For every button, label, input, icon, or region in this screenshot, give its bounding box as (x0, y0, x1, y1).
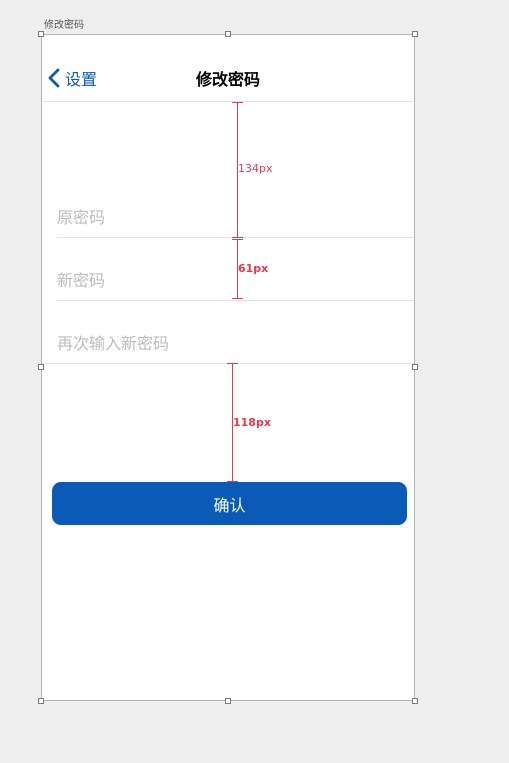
selection-handle[interactable] (412, 698, 418, 704)
divider (57, 300, 414, 301)
selection-handle[interactable] (225, 698, 231, 704)
measure-label: 134px (238, 162, 273, 175)
measure-label: 61px (238, 262, 269, 275)
selection-handle[interactable] (38, 31, 44, 37)
confirm-password-field[interactable] (57, 330, 416, 356)
selection-handle[interactable] (412, 31, 418, 37)
selection-handle[interactable] (225, 31, 231, 37)
selection-handle[interactable] (412, 364, 418, 370)
confirm-button[interactable]: 确认 (52, 482, 407, 525)
artboard-label: 修改密码 (44, 20, 84, 31)
measure-cap (232, 298, 243, 299)
navigation-bar: 设置 修改密码 (42, 35, 414, 102)
page-title: 修改密码 (195, 70, 260, 89)
measure-cap (232, 237, 243, 238)
measure-cap (227, 481, 238, 482)
measure-label: 118px (233, 416, 271, 429)
selection-handle[interactable] (38, 364, 44, 370)
artboard-phone-screen: 设置 修改密码 确认 (41, 34, 416, 701)
selection-handle[interactable] (38, 698, 44, 704)
